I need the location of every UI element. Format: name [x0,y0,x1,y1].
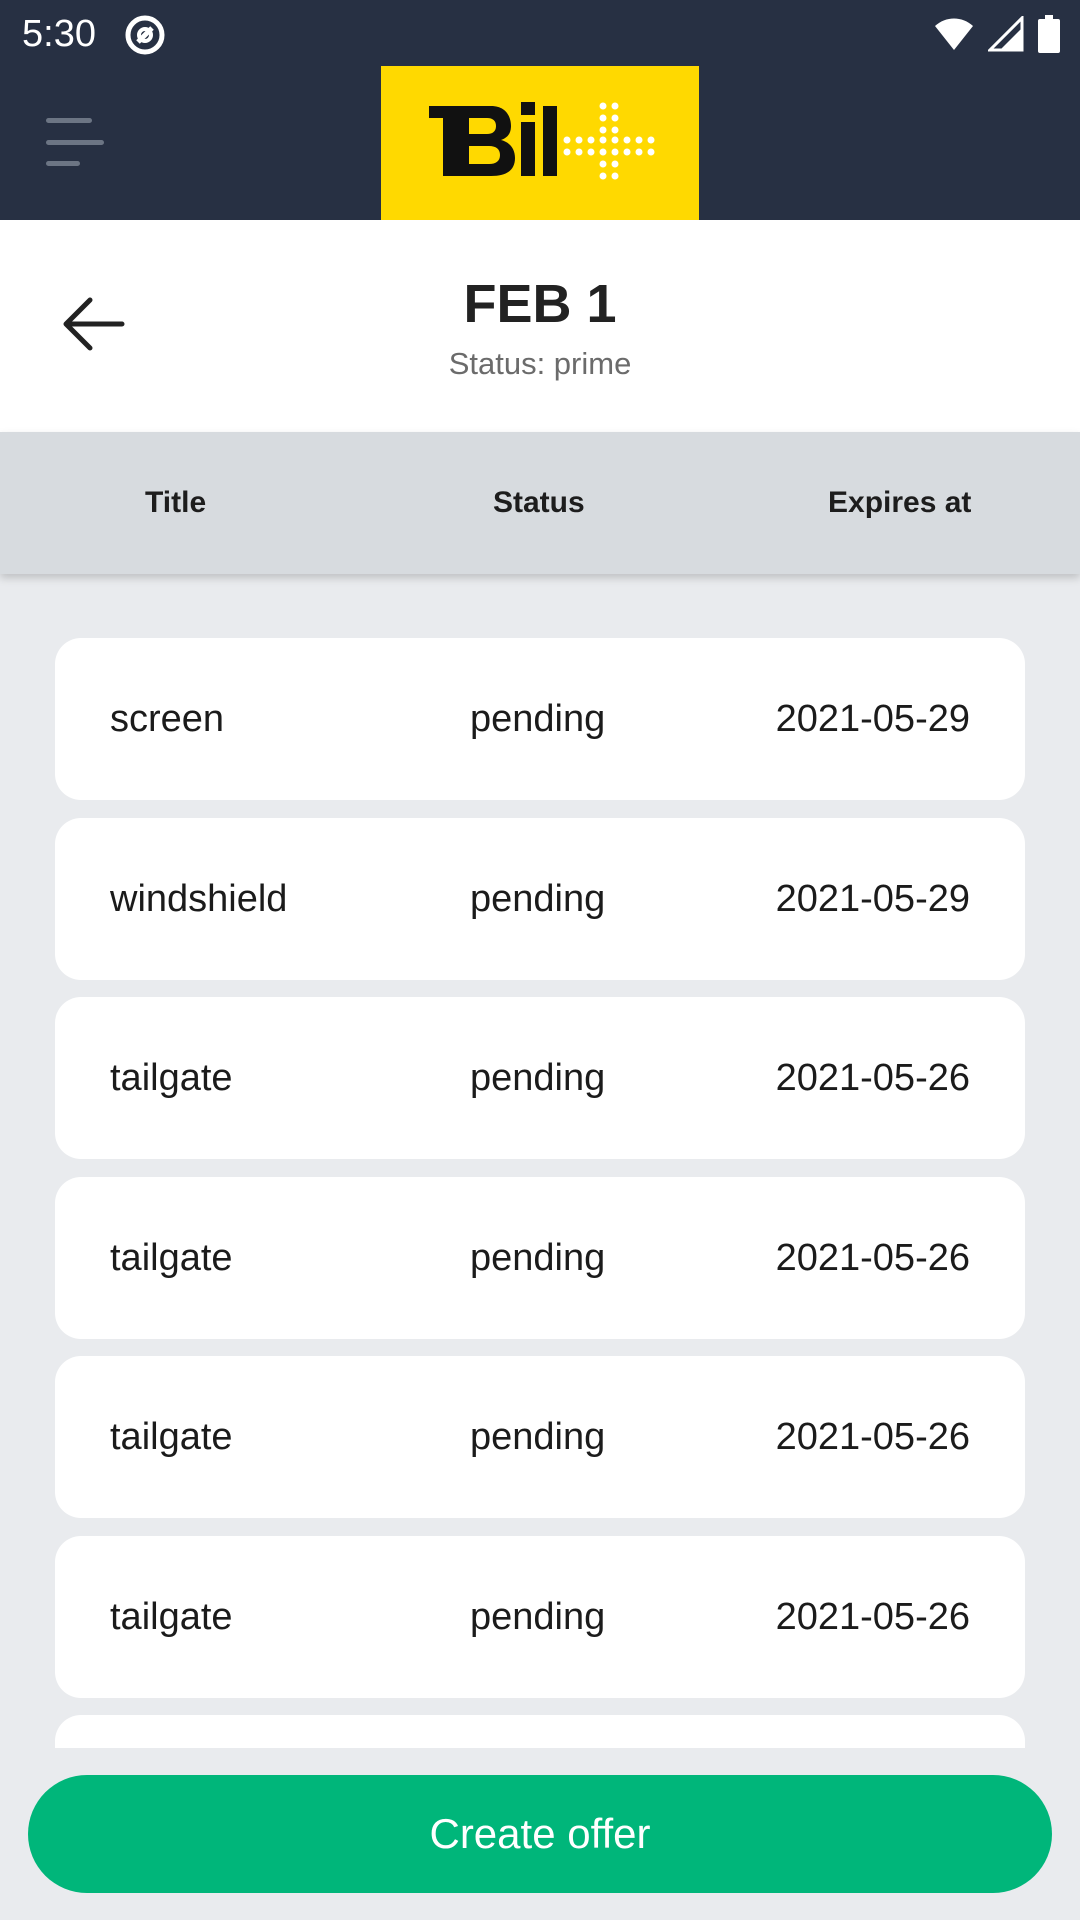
item-expires: 2021-05-26 [775,1596,970,1638]
list-item[interactable]: tailgate pending 2021-05-26 [55,1356,1025,1518]
column-header-expires: Expires at [828,486,972,519]
wifi-icon [935,18,973,50]
offers-list[interactable]: screen pending 2021-05-29 windshield pen… [55,638,1025,1748]
item-status: pending [470,1057,606,1099]
item-expires: 2021-05-29 [775,878,970,920]
item-expires: 2021-05-26 [775,1237,970,1279]
list-item[interactable]: tailgate pending 2021-05-26 [55,997,1025,1159]
column-header-title: Title [145,486,207,519]
list-item[interactable]: windshield pending 2021-05-29 [55,818,1025,980]
hamburger-menu-icon[interactable] [46,118,104,166]
item-title: tailgate [110,1057,233,1099]
app-notification-icon [124,14,166,56]
column-header-status: Status [493,486,585,519]
item-status: pending [470,1237,606,1279]
battery-icon [1038,15,1060,53]
item-title: windshield [110,878,288,920]
item-title: screen [110,698,225,740]
list-item[interactable]: screen pending 2021-05-29 [55,638,1025,800]
item-status: pending [470,878,606,920]
item-title: tailgate [110,1416,233,1458]
item-status: pending [470,1596,606,1638]
table-header-row: Title Status Expires at [0,432,1080,574]
top-app-bar: 5:30 [0,0,1080,220]
item-status: pending [470,698,606,740]
screen: 5:30 FEB 1 Status: prime Title Status Ex… [0,0,1080,1920]
status-icons [934,14,1060,54]
create-offer-button[interactable]: Create offer [28,1775,1052,1893]
list-item[interactable]: tailgate pending 2021-05-26 [55,1177,1025,1339]
cell-signal-icon [988,16,1024,52]
list-item-partial[interactable] [55,1715,1025,1748]
list-item[interactable]: tailgate pending 2021-05-26 [55,1536,1025,1698]
item-expires: 2021-05-29 [775,698,970,740]
page-title: FEB 1 [463,274,617,334]
item-expires: 2021-05-26 [775,1057,970,1099]
brand-logo [381,66,699,220]
page-subtitle: Status: prime [448,346,632,381]
bil-plus-logo [429,102,655,180]
item-status: pending [470,1416,606,1458]
item-title: tailgate [110,1596,233,1638]
item-title: tailgate [110,1237,233,1279]
item-expires: 2021-05-26 [775,1416,970,1458]
status-time: 5:30 [22,13,96,55]
